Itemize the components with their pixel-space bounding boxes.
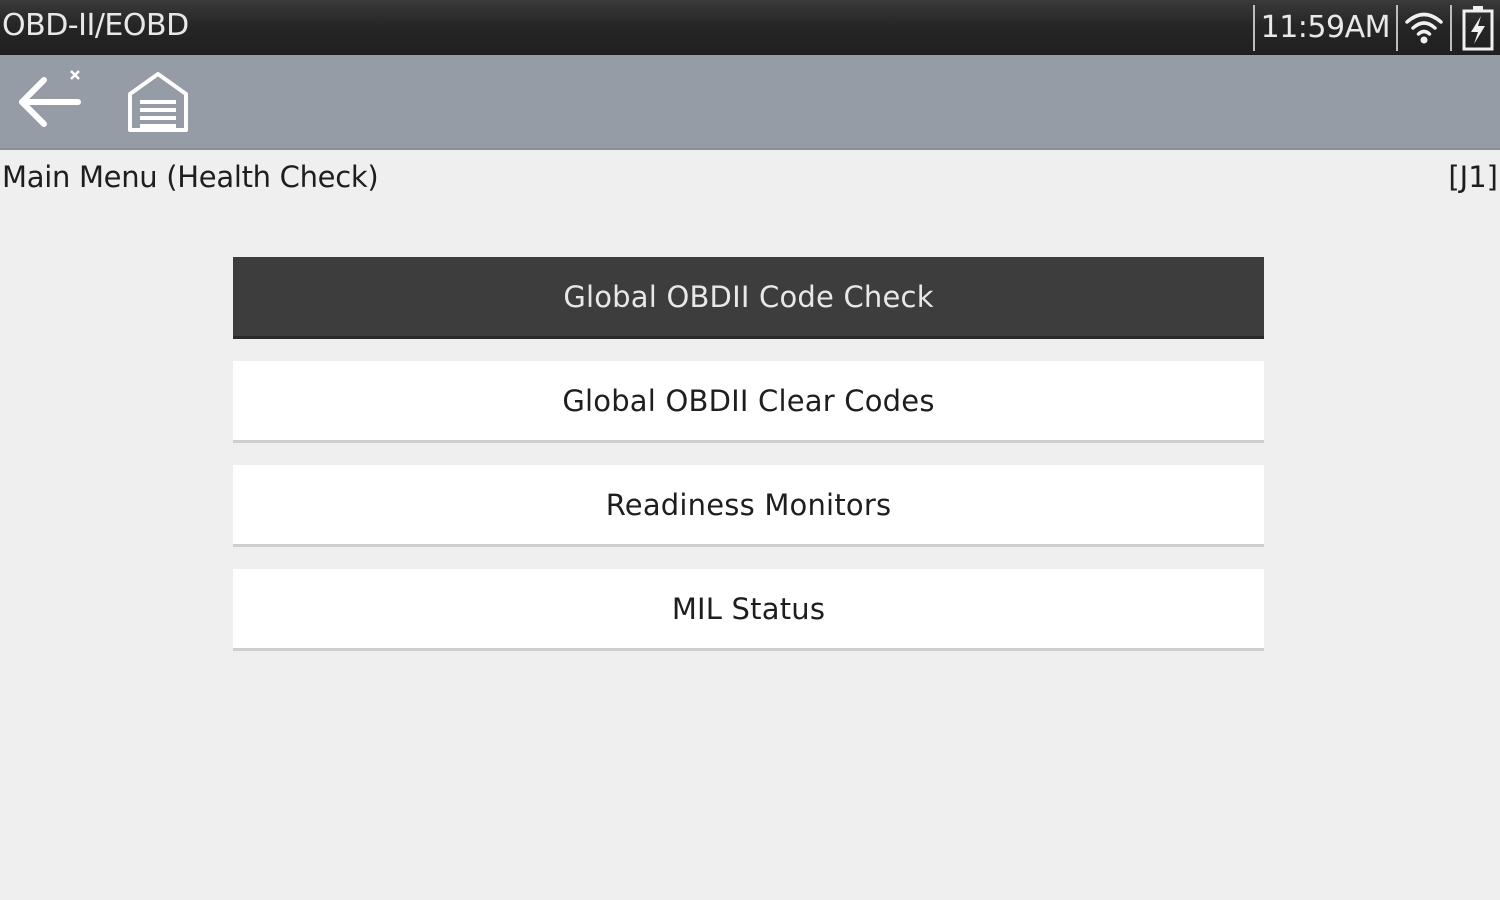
- main-menu: Global OBDII Code Check Global OBDII Cle…: [233, 257, 1264, 673]
- clock: 11:59AM: [1260, 10, 1391, 45]
- status-separator: [1252, 4, 1255, 51]
- menu-item-global-obdii-code-check[interactable]: Global OBDII Code Check: [233, 257, 1264, 339]
- toolbar: [0, 55, 1500, 150]
- home-button[interactable]: [118, 65, 198, 137]
- garage-home-icon: [128, 72, 188, 132]
- menu-item-readiness-monitors[interactable]: Readiness Monitors: [233, 465, 1264, 547]
- battery-charging-icon: [1456, 3, 1500, 53]
- wifi-icon: [1402, 3, 1446, 53]
- page-code: [J1]: [1448, 160, 1498, 194]
- status-indicators: 11:59AM: [1249, 0, 1500, 55]
- page-title: Main Menu (Health Check): [2, 160, 379, 194]
- page-header: Main Menu (Health Check) [J1]: [0, 150, 1500, 208]
- app-title: OBD-II/EOBD: [2, 8, 189, 43]
- back-button[interactable]: [8, 65, 88, 137]
- back-arrow-icon: [19, 70, 81, 127]
- status-separator: [1396, 4, 1398, 51]
- status-bar: OBD-II/EOBD 11:59AM: [0, 0, 1500, 55]
- menu-item-global-obdii-clear-codes[interactable]: Global OBDII Clear Codes: [233, 361, 1264, 443]
- status-separator: [1450, 4, 1452, 51]
- menu-item-mil-status[interactable]: MIL Status: [233, 569, 1264, 651]
